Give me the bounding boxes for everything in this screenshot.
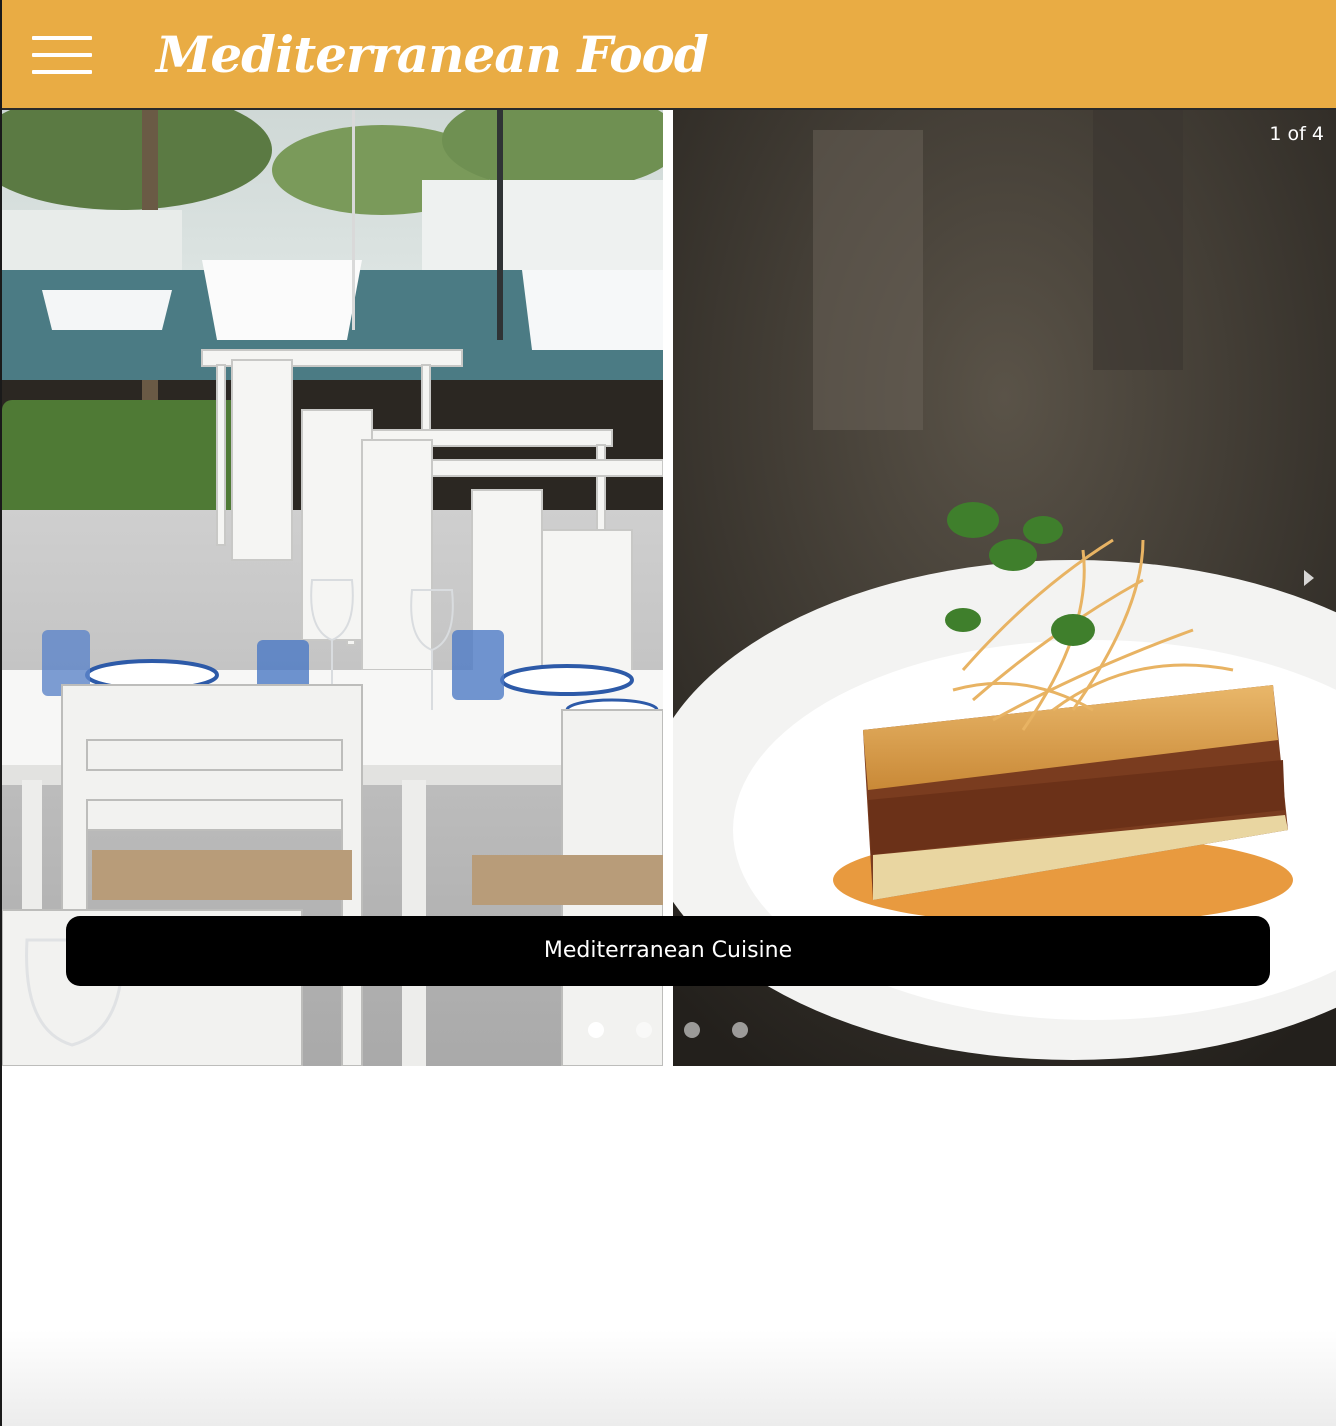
slide-counter: 1 of 4	[1269, 123, 1324, 145]
menu-line-icon	[32, 36, 92, 40]
slide-dot-4[interactable]	[732, 1022, 748, 1038]
hamburger-menu-icon[interactable]	[32, 36, 92, 74]
app-title: Mediterranean Food	[156, 25, 709, 84]
next-slide-arrow-icon[interactable]	[1304, 570, 1314, 586]
top-app-bar: Mediterranean Food	[2, 0, 1336, 110]
slide-dot-3[interactable]	[684, 1022, 700, 1038]
slide-dot-1[interactable]	[588, 1022, 604, 1038]
app-page: Mediterranean Food 1 of 4 Mediterranean …	[0, 0, 1336, 1426]
main-content-area	[2, 1066, 1336, 1426]
menu-line-icon	[32, 70, 92, 74]
slide-caption: Mediterranean Cuisine	[66, 916, 1270, 986]
slide-dot-2[interactable]	[636, 1022, 652, 1038]
menu-line-icon	[32, 53, 92, 57]
image-slideshow[interactable]: 1 of 4 Mediterranean Cuisine	[2, 110, 1336, 1066]
